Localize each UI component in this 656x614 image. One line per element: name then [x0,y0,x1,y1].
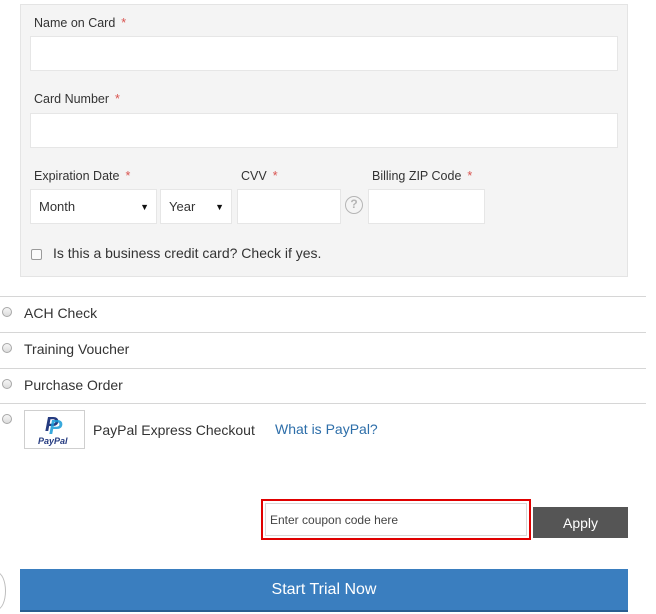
ach-check-radio[interactable] [2,307,12,317]
purchase-order-label: Purchase Order [24,377,123,393]
dropdown-arrow-icon: ▼ [140,201,149,212]
start-trial-button[interactable]: Start Trial Now [20,569,628,612]
paypal-logo-text: PayPal [38,436,68,446]
cvv-help-icon[interactable]: ? [345,196,363,214]
coupon-highlight [261,499,531,540]
required-star: * [121,16,127,30]
expiration-year-select[interactable]: Year ▼ [160,189,232,224]
required-star: * [467,169,473,183]
cvv-input[interactable] [237,189,341,224]
apply-coupon-button[interactable]: Apply [533,507,628,538]
divider [0,296,646,297]
required-star: * [272,169,278,183]
billing-zip-input[interactable] [368,189,485,224]
name-on-card-label: Name on Card * [34,16,127,30]
what-is-paypal-link[interactable]: What is PayPal? [275,421,378,437]
card-number-input[interactable] [30,113,618,148]
paypal-radio[interactable] [2,414,12,424]
required-star: * [125,169,131,183]
cvv-label: CVV * [241,169,278,183]
required-star: * [115,92,120,106]
dropdown-arrow-icon: ▼ [215,201,224,212]
card-number-label: Card Number * [34,92,120,106]
name-on-card-input[interactable] [30,36,618,71]
expiration-month-select[interactable]: Month ▼ [30,189,157,224]
divider [0,403,646,404]
training-voucher-label: Training Voucher [24,341,130,357]
business-card-checkbox[interactable] [31,249,42,260]
expiration-month-value: Month [39,199,76,214]
coupon-input[interactable] [265,503,527,536]
ach-check-label: ACH Check [24,305,98,321]
expiration-year-value: Year [169,199,196,214]
purchase-order-radio[interactable] [2,379,12,389]
billing-zip-label: Billing ZIP Code * [372,169,473,183]
paypal-logo: P P PayPal [24,410,85,449]
paypal-express-label: PayPal Express Checkout [93,422,255,438]
expiration-date-label: Expiration Date * [34,169,131,183]
business-card-label: Is this a business credit card? Check if… [53,245,322,261]
edge-arc [0,572,6,610]
divider [0,368,646,369]
divider [0,332,646,333]
training-voucher-radio[interactable] [2,343,12,353]
